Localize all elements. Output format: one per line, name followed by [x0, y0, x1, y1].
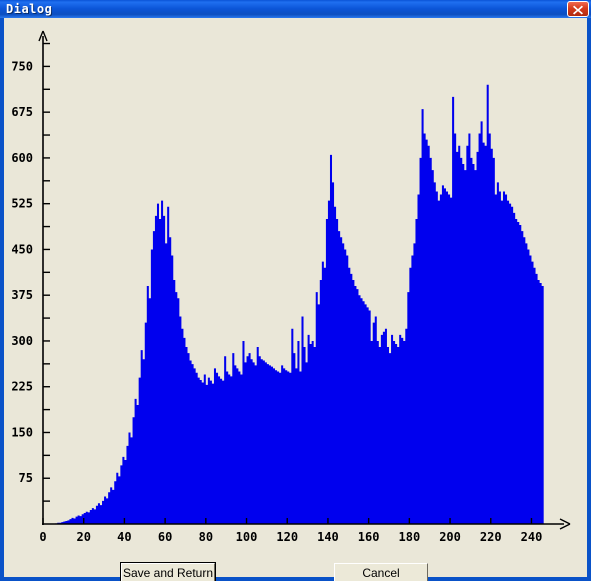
y-tick-label: 525: [11, 197, 33, 211]
x-tick-label: 120: [276, 530, 298, 542]
y-tick-label: 675: [11, 105, 33, 119]
y-tick-label: 300: [11, 334, 33, 348]
x-tick-label: 180: [399, 530, 421, 542]
histogram-bars: [43, 84, 544, 525]
save-and-return-button[interactable]: Save and Return: [120, 562, 216, 581]
y-tick-label: 75: [19, 471, 33, 485]
dialog-client-area: 75 150 225 300 375 450 525 600 675 750 0 20 40 60 80 10…: [4, 18, 587, 581]
x-tick-label: 140: [317, 530, 339, 542]
x-tick-label: 220: [480, 530, 502, 542]
close-button[interactable]: [567, 1, 589, 17]
x-tick-label: 200: [439, 530, 461, 542]
x-tick-label: 40: [117, 530, 131, 542]
x-tick-label: 160: [358, 530, 380, 542]
x-tick-label: 80: [199, 530, 213, 542]
cancel-label: Cancel: [362, 566, 400, 580]
x-tick-label: 0: [39, 530, 46, 542]
cancel-button[interactable]: Cancel: [334, 563, 428, 581]
y-tick-label: 600: [11, 151, 33, 165]
title-bar: Dialog: [0, 0, 591, 18]
histogram-chart: 75 150 225 300 375 450 525 600 675 750 0 20 40 60 80 10…: [11, 30, 571, 542]
dialog-window: Dialog 75 150 225 300 375 450 525 600 675 750 0 20 4…: [0, 0, 591, 581]
y-axis-ticks: 75 150 225 300 375 450 525 600 675 750: [11, 42, 50, 502]
window-title: Dialog: [6, 2, 53, 16]
dialog-button-bar: Save and Return Cancel: [4, 542, 587, 581]
histogram-plot: 75 150 225 300 375 450 525 600 675 750 0 20 40 60 80 10…: [4, 18, 587, 542]
x-tick-label: 60: [158, 530, 172, 542]
close-icon: [573, 5, 583, 14]
x-tick-label: 20: [76, 530, 90, 542]
x-tick-label: 100: [236, 530, 258, 542]
x-tick-label: 240: [521, 530, 543, 542]
y-tick-label: 150: [11, 425, 33, 439]
save-and-return-label: Save and Return: [122, 566, 214, 580]
y-tick-label: 750: [11, 59, 33, 73]
y-tick-label: 225: [11, 380, 33, 394]
y-tick-label: 450: [11, 242, 33, 256]
y-tick-label: 375: [11, 288, 33, 302]
